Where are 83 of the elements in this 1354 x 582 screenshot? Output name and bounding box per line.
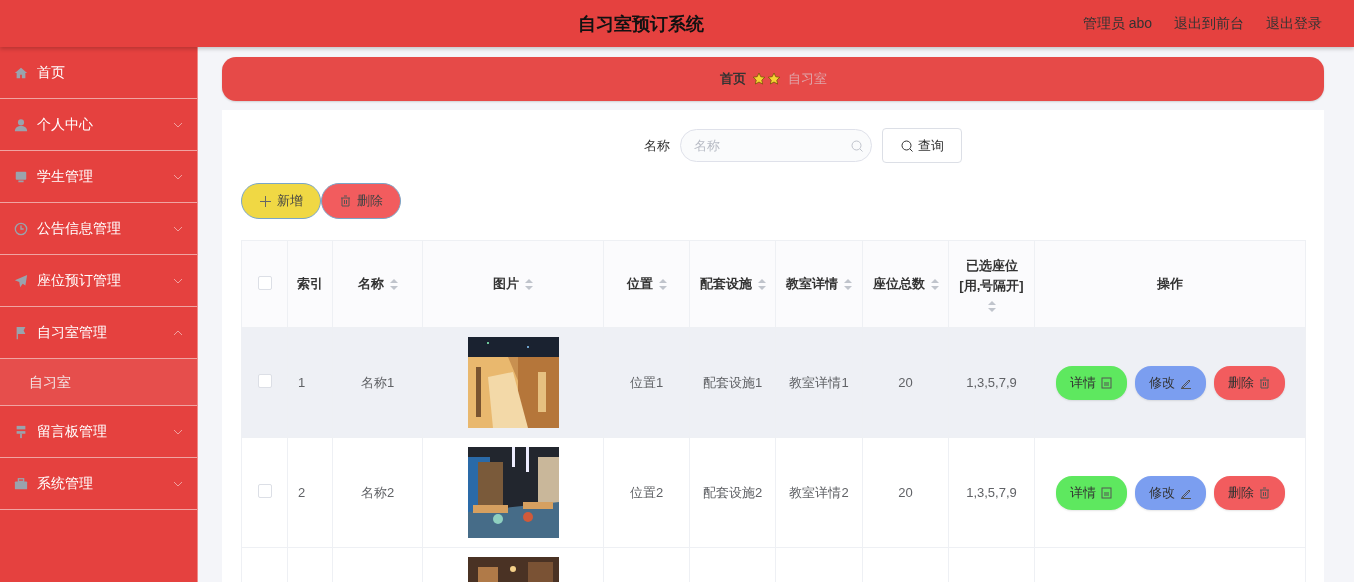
- sort-icon[interactable]: [930, 277, 939, 291]
- sort-icon[interactable]: [525, 277, 533, 291]
- trash-icon: [1259, 376, 1270, 389]
- table-cell: 教室详情1: [789, 374, 849, 390]
- table-cell: 名称1: [360, 374, 395, 390]
- column-header: 已选座位[用,号隔开]: [958, 256, 1025, 295]
- column-header: 名称: [357, 275, 384, 293]
- search-button[interactable]: 查询: [882, 128, 962, 163]
- menu-label: 学生管理: [37, 167, 94, 186]
- sort-icon[interactable]: [389, 277, 398, 291]
- table-cell: 1,3,5,7,9: [966, 485, 1017, 500]
- column-header: 位置: [626, 275, 653, 293]
- table-cell: 位置1: [629, 374, 664, 390]
- menu-label: 公告信息管理: [37, 219, 122, 238]
- table-cell: 1: [298, 375, 306, 390]
- plus-icon: [259, 195, 271, 207]
- submenu-item[interactable]: 自习室: [0, 359, 197, 406]
- header-link[interactable]: 退出到前台: [1174, 14, 1244, 33]
- menu-label: 留言板管理: [37, 422, 108, 441]
- header-link[interactable]: 管理员 abo: [1082, 14, 1152, 33]
- sort-icon[interactable]: [757, 277, 766, 291]
- table-cell: 名称2: [360, 484, 395, 500]
- column-header: 配套设施: [699, 275, 752, 293]
- detail-button[interactable]: 详情: [1055, 475, 1127, 510]
- column-header: 操作: [1157, 275, 1183, 293]
- flag-icon: [14, 325, 28, 340]
- menu-item[interactable]: 公告信息管理: [0, 203, 197, 255]
- table-cell: 20: [898, 375, 913, 390]
- header-link[interactable]: 退出登录: [1266, 14, 1322, 33]
- monitor-icon: [14, 169, 28, 184]
- table-cell: 配套设施1: [702, 374, 763, 390]
- delete-button[interactable]: 删除: [321, 183, 401, 219]
- detail-button[interactable]: 详情: [1055, 365, 1127, 400]
- sort-icon[interactable]: [844, 277, 852, 291]
- document-icon: [1101, 486, 1112, 499]
- home-icon: [14, 65, 28, 80]
- column-header: 座位总数: [872, 275, 925, 293]
- app-title: 自习室预订系统: [577, 12, 706, 36]
- sort-icon[interactable]: [658, 277, 667, 291]
- menu-label: 自习室管理: [37, 323, 108, 342]
- delete-button[interactable]: 删除: [1213, 475, 1285, 510]
- table-cell: 1,3,5,7,9: [966, 375, 1017, 390]
- table-cell: 20: [898, 485, 913, 500]
- menu-item[interactable]: 个人中心: [0, 99, 197, 151]
- add-button[interactable]: 新增: [241, 183, 321, 219]
- menu-item[interactable]: 留言板管理: [0, 406, 197, 458]
- sort-icon[interactable]: [987, 299, 996, 313]
- table-cell: 配套设施2: [702, 484, 763, 500]
- menu-item[interactable]: 首页: [0, 47, 197, 99]
- menu-item[interactable]: 系统管理: [0, 458, 197, 510]
- document-icon: [1101, 376, 1112, 389]
- breadcrumb-item: 自习室: [787, 70, 827, 88]
- menu-label: 首页: [37, 63, 66, 82]
- checkbox[interactable]: [257, 374, 272, 388]
- checkbox[interactable]: [257, 484, 272, 498]
- delete-button[interactable]: 删除: [1213, 365, 1285, 400]
- trash-icon: [1259, 486, 1270, 499]
- column-header: 索引: [297, 275, 323, 293]
- menu-label: 个人中心: [37, 115, 94, 134]
- search-label: 名称: [644, 136, 670, 155]
- column-header: 教室详情: [786, 275, 838, 293]
- trash-icon: [339, 195, 351, 207]
- menu-item[interactable]: 学生管理: [0, 151, 197, 203]
- column-header: 图片: [493, 275, 519, 293]
- menu-label: 系统管理: [37, 474, 94, 493]
- search-field[interactable]: 名称: [680, 129, 872, 162]
- checkbox[interactable]: [257, 275, 272, 290]
- briefcase-icon: [14, 476, 28, 491]
- table-cell: 位置2: [629, 484, 664, 500]
- clock-icon: [14, 221, 28, 236]
- menu-item[interactable]: 座位预订管理: [0, 255, 197, 307]
- star-icon: [751, 72, 782, 86]
- paper-plane-icon: [14, 273, 28, 288]
- pin-icon: [14, 424, 28, 439]
- breadcrumb-item[interactable]: 首页: [719, 70, 746, 88]
- edit-button[interactable]: 修改: [1134, 365, 1206, 400]
- user-icon: [14, 117, 28, 132]
- table-cell: 教室详情2: [789, 484, 849, 500]
- search-icon: [900, 139, 913, 152]
- menu-label: 座位预订管理: [37, 271, 122, 290]
- search-icon: [851, 140, 863, 152]
- table-cell: 2: [298, 485, 306, 500]
- edit-button[interactable]: 修改: [1134, 475, 1206, 510]
